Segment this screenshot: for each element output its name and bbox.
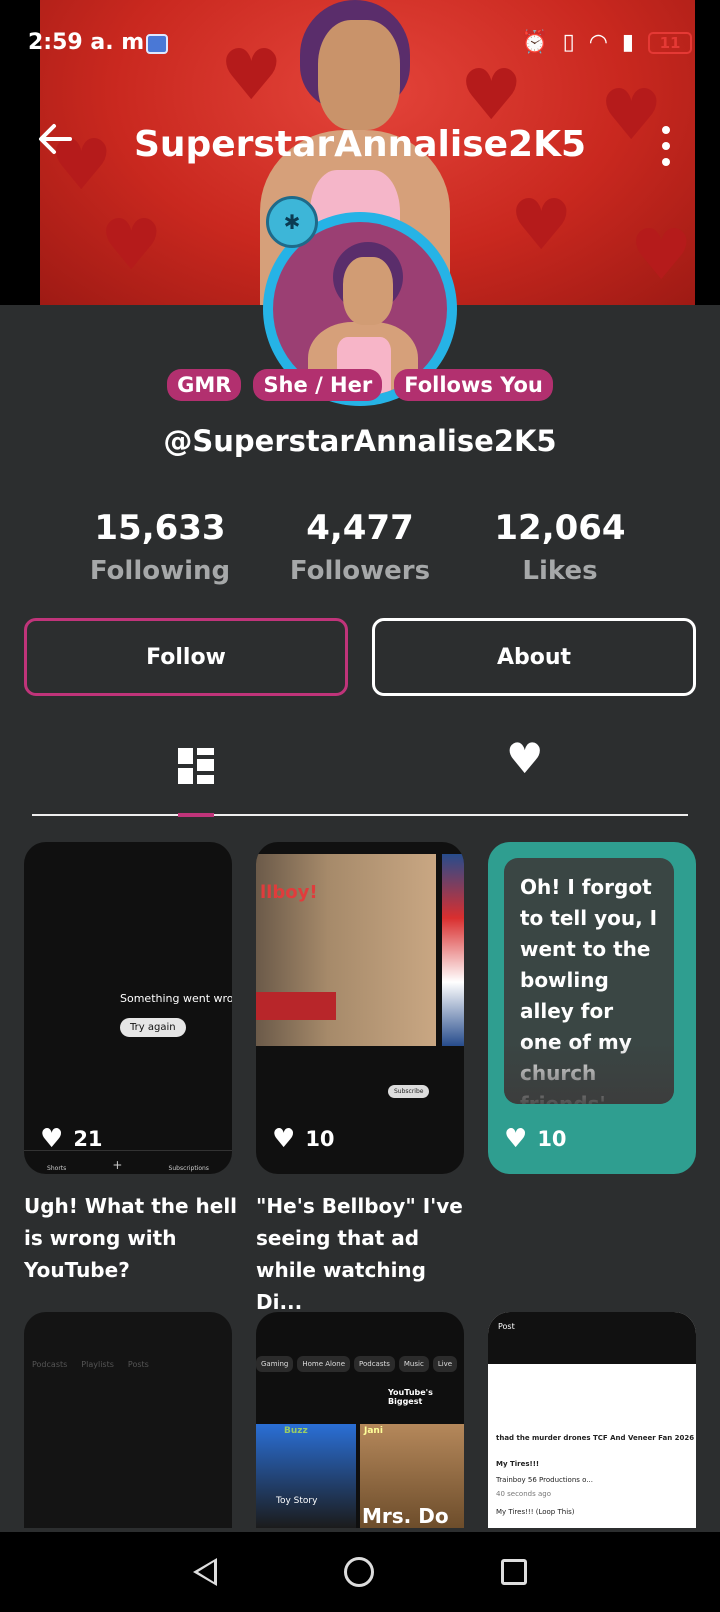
- thumb-label: Mrs. Do: [362, 1504, 449, 1528]
- thumb-chip: Podcasts: [354, 1356, 395, 1372]
- stat-value: 12,064: [494, 508, 626, 548]
- thumb-line: My Tires!!! (Loop This): [496, 1508, 575, 1516]
- thumb-line: My Tires!!!: [496, 1460, 540, 1468]
- post-likes: ♥ 10: [272, 1126, 335, 1152]
- alarm-icon: ⏰: [521, 30, 549, 55]
- stat-value: 15,633: [94, 508, 226, 548]
- thumb-chip: Gaming: [256, 1356, 294, 1372]
- thumb-chip: Home Alone: [297, 1356, 351, 1372]
- thumb-line: 40 seconds ago: [496, 1490, 551, 1498]
- heart-decoration: ♥: [630, 214, 693, 296]
- battery-icon: 11: [648, 31, 692, 54]
- thumb-tab: Podcasts: [32, 1360, 68, 1369]
- nav-home-icon[interactable]: [343, 1557, 374, 1587]
- post-caption: Ugh! What the hell is wrong with YouTube…: [24, 1194, 238, 1282]
- like-count: 10: [537, 1127, 567, 1151]
- thumb-label: Jani: [364, 1426, 383, 1436]
- heart-icon: ♥: [504, 1124, 528, 1154]
- post-likes: ♥ 21: [40, 1126, 103, 1152]
- thumb-image: Jani Mrs. Do: [360, 1424, 464, 1528]
- tag-pronouns: She / Her: [253, 369, 383, 401]
- stat-label: Followers: [289, 556, 431, 586]
- thumb-piano: [256, 992, 336, 1020]
- text-post-fade: [504, 1042, 674, 1104]
- frame-badge-icon: ✱: [266, 196, 318, 248]
- heart-icon: ♥: [40, 1124, 64, 1154]
- tag-follows-you: Follows You: [394, 369, 553, 401]
- thumb-image: Buzz Toy Story: [256, 1424, 356, 1528]
- thumb-tab: Playlists: [81, 1360, 114, 1369]
- signal-icon: ▮: [621, 30, 634, 55]
- stat-value: 4,477: [306, 508, 414, 548]
- post-likes: ♥ 10: [504, 1126, 567, 1152]
- thumb-chip: Music: [398, 1356, 429, 1372]
- post-card[interactable]: Something went wro Try again Shorts + Su…: [24, 842, 232, 1174]
- thumb-label: Toy Story: [276, 1496, 318, 1506]
- content-tabs: ♥: [32, 730, 688, 817]
- profile-title: SuperstarAnnalise2K5: [133, 124, 587, 165]
- stat-label: Following: [89, 556, 231, 586]
- thumb-subscribe: Subscribe: [388, 1085, 430, 1098]
- vibrate-icon: ▯: [562, 30, 575, 55]
- thumb-sign: llboy!: [260, 882, 318, 903]
- heart-icon: ♥: [272, 1124, 296, 1154]
- active-tab-indicator: [178, 813, 214, 817]
- thumb-title: YouTube's Biggest: [388, 1388, 433, 1406]
- profile-tags: GMR She / Her Follows You: [0, 369, 720, 401]
- wifi-icon: ◠: [588, 30, 608, 55]
- nav-recents-icon[interactable]: [500, 1559, 527, 1585]
- thumb-header-title: Post: [498, 1322, 515, 1331]
- thumb-line: thad the murder drones TCF And Veneer Fa…: [496, 1434, 695, 1442]
- stat-label: Likes: [522, 556, 598, 586]
- thumb-tab: Posts: [127, 1360, 149, 1369]
- post-card[interactable]: Podcasts Playlists Posts: [24, 1312, 232, 1528]
- status-time: 2:59 a. m.: [28, 30, 153, 55]
- stat-followers[interactable]: 4,477 Followers: [260, 508, 460, 586]
- back-arrow-icon[interactable]: [38, 122, 72, 162]
- follow-button[interactable]: Follow: [24, 618, 348, 696]
- thumb-line: Trainboy 56 Productions o...: [496, 1476, 593, 1484]
- thumb-nav-item: Shorts: [47, 1165, 67, 1172]
- thumb-side: [442, 854, 464, 1046]
- liked-tab-heart-icon[interactable]: ♥: [506, 738, 544, 780]
- post-card[interactable]: Post thad the murder drones TCF And Vene…: [488, 1312, 696, 1528]
- like-count: 21: [73, 1127, 103, 1151]
- post-card[interactable]: Oh! I forgot to tell you, I went to the …: [488, 842, 696, 1174]
- thumb-retry: Try again: [120, 1018, 186, 1037]
- heart-decoration: ♥: [510, 184, 573, 266]
- thumb-header: Post: [488, 1312, 696, 1364]
- post-caption: "He's Bellboy" I've seeing that ad while…: [256, 1194, 463, 1314]
- about-button[interactable]: About: [372, 618, 696, 696]
- thumb-chip: Live: [432, 1356, 458, 1372]
- heart-decoration: ♥: [100, 204, 163, 286]
- thumb-label: Buzz: [284, 1426, 308, 1436]
- post-card[interactable]: Gaming Home Alone Podcasts Music Live Yo…: [256, 1312, 464, 1528]
- tag-gmr: GMR: [167, 369, 242, 401]
- profile-handle: @SuperstarAnnalise2K5: [163, 424, 557, 458]
- stat-likes: 12,064 Likes: [460, 508, 660, 586]
- profile-stats: 15,633 Following 4,477 Followers 12,064 …: [60, 508, 660, 586]
- thumb-nav-item: +: [112, 1158, 123, 1172]
- more-options-icon[interactable]: [660, 126, 672, 166]
- thumb-error-text: Something went wro: [120, 992, 232, 1005]
- thumb-nav-item: Subscriptions: [168, 1165, 209, 1172]
- nav-back-icon[interactable]: [193, 1558, 218, 1586]
- thumb-chips: Gaming Home Alone Podcasts Music Live: [256, 1356, 458, 1372]
- posts-grid-icon[interactable]: [178, 748, 214, 784]
- system-nav-bar: [0, 1532, 720, 1612]
- post-card[interactable]: llboy! Subscribe ♥ 10: [256, 842, 464, 1174]
- status-icons: ⏰ ▯ ◠ ▮ 11: [521, 30, 692, 55]
- stat-following[interactable]: 15,633 Following: [60, 508, 260, 586]
- thumb-tabs: Podcasts Playlists Posts: [32, 1360, 149, 1369]
- youtube-notification-icon: [146, 34, 168, 54]
- status-bar: 2:59 a. m. ⏰ ▯ ◠ ▮ 11: [0, 0, 720, 92]
- like-count: 10: [305, 1127, 335, 1151]
